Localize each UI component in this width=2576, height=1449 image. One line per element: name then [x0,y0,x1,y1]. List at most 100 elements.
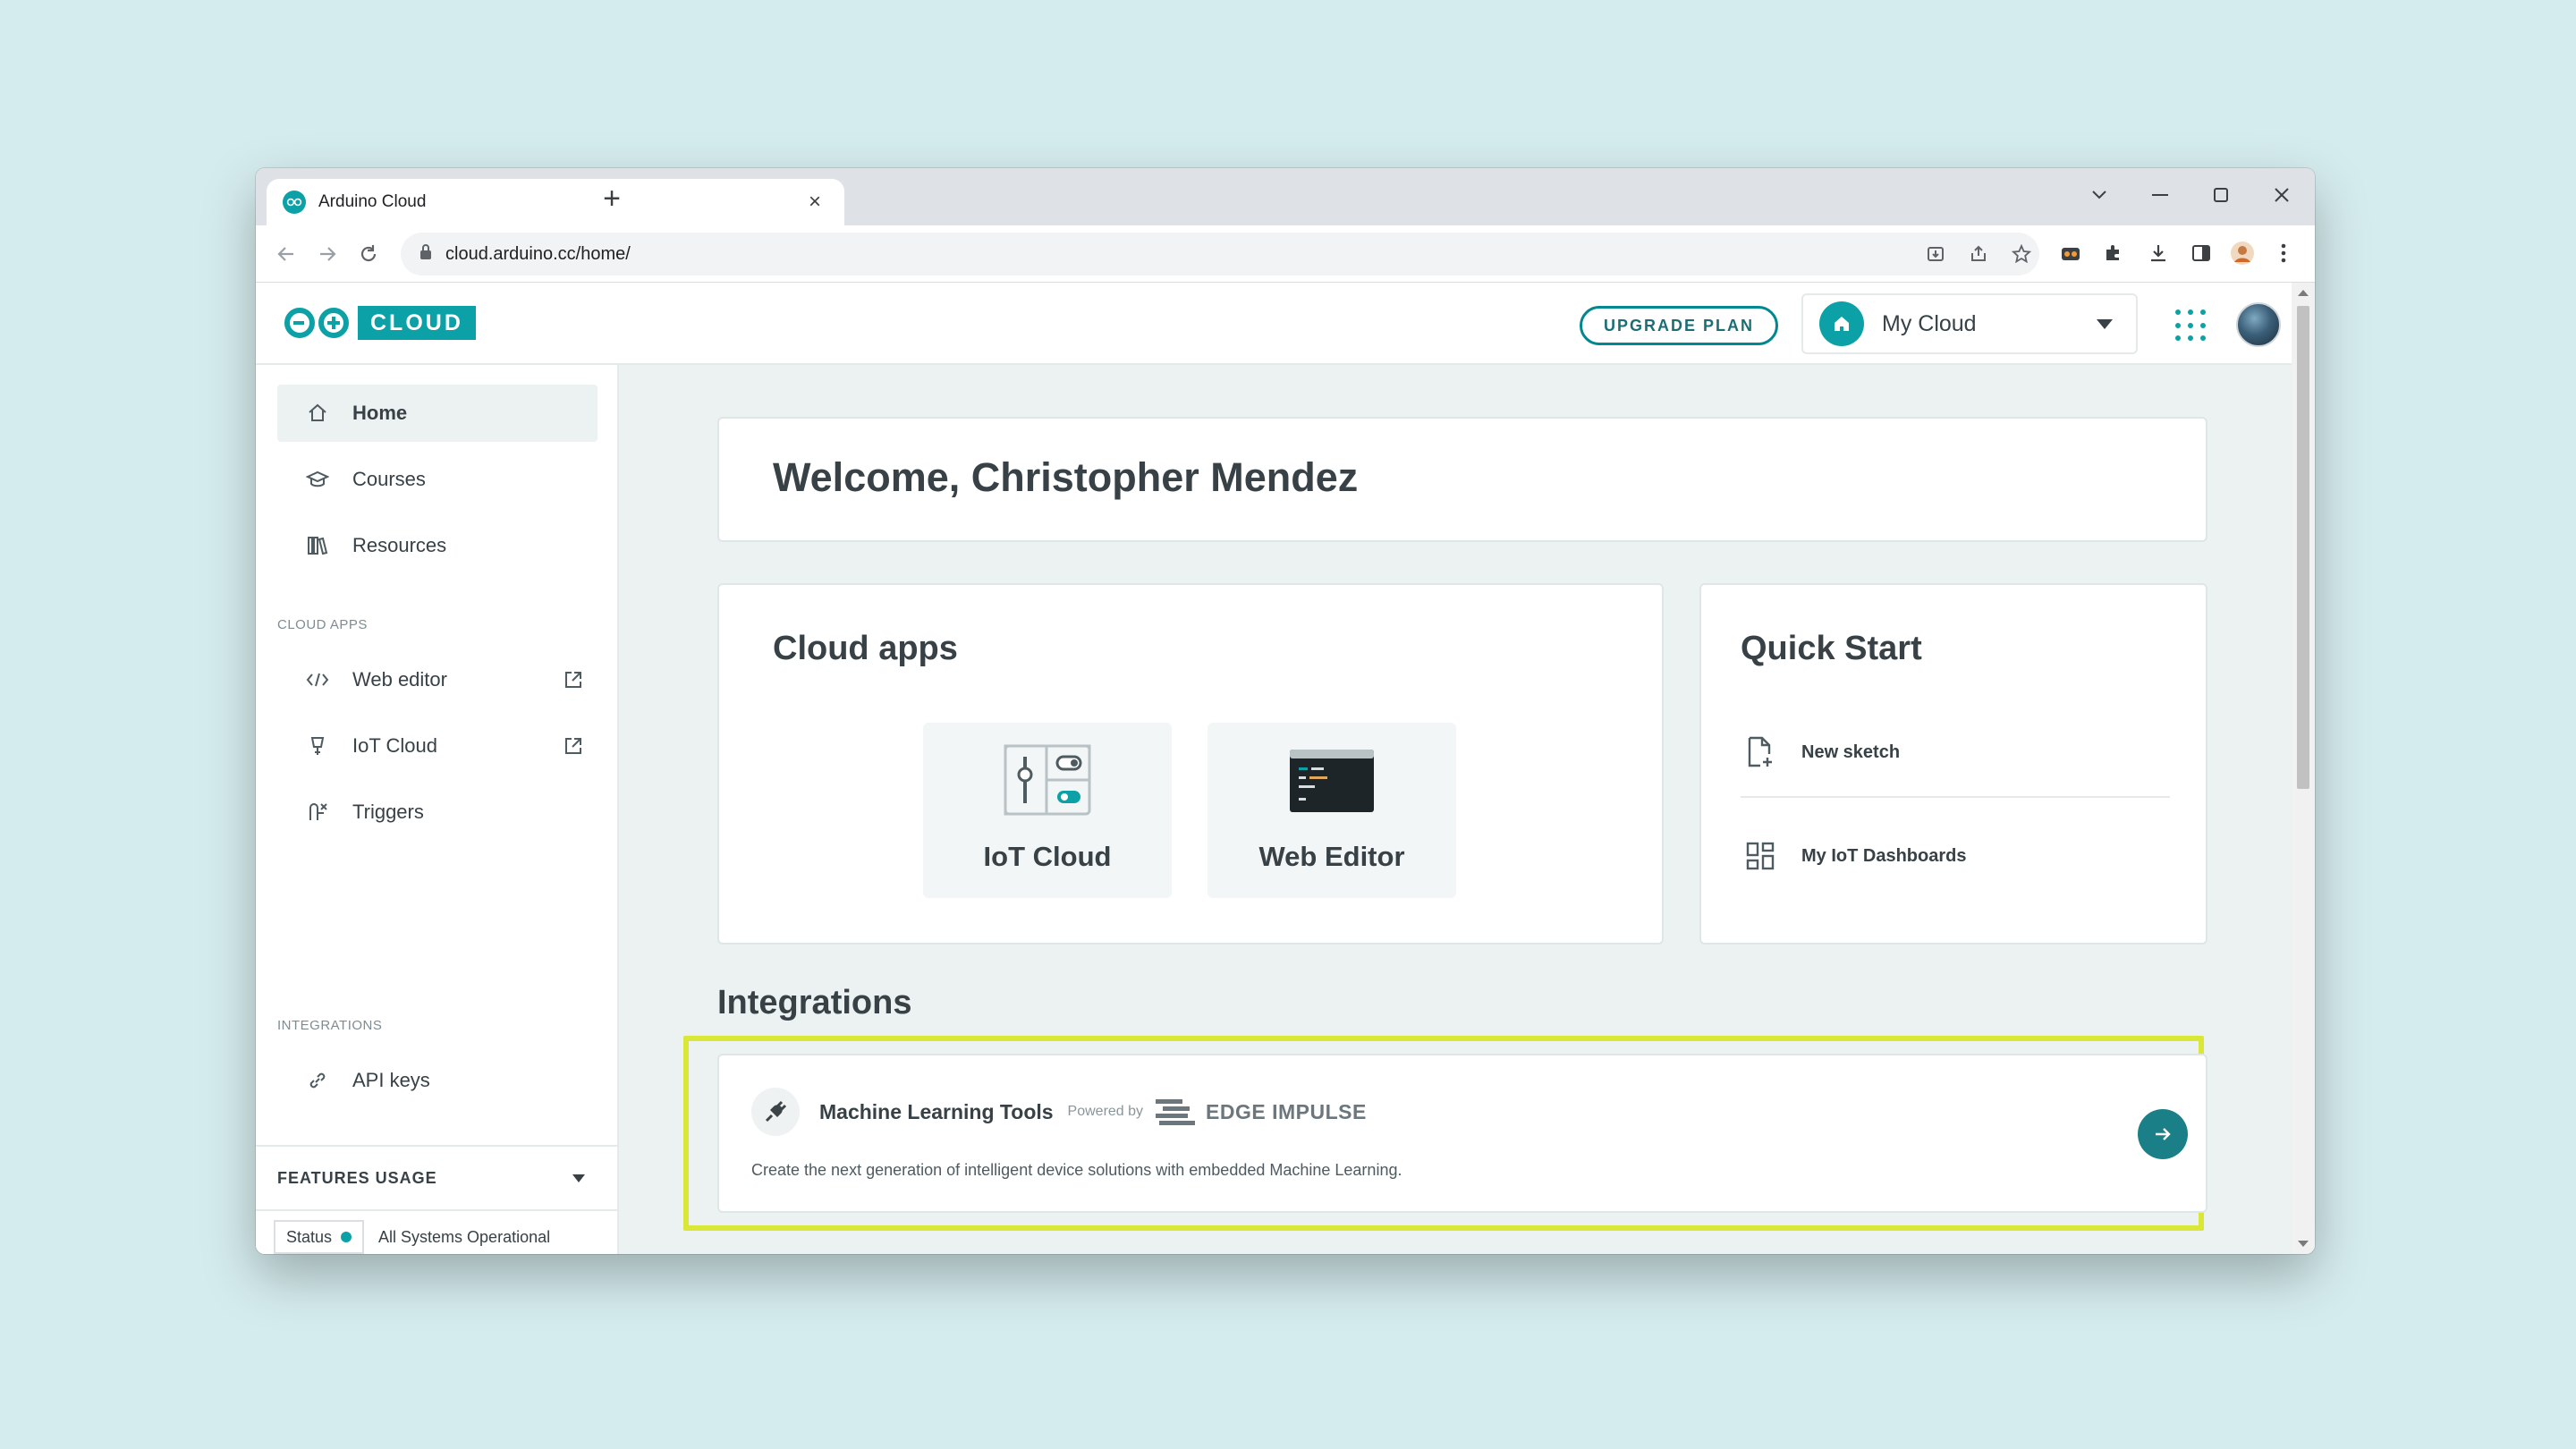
downloads-icon[interactable] [2143,238,2174,268]
space-selector[interactable]: My Cloud [1801,293,2138,354]
sidebar-item-iot-cloud[interactable]: IoT Cloud [277,717,597,775]
cloud-apps-heading: Cloud apps [773,630,958,667]
app-tile-web-editor[interactable]: Web Editor [1208,723,1456,898]
back-arrow-icon[interactable] [270,238,302,270]
quick-start-new-sketch[interactable]: New sketch [1741,723,2170,782]
minimize-icon[interactable] [2138,177,2182,213]
upgrade-plan-button[interactable]: UPGRADE PLAN [1580,306,1778,345]
quick-start-iot-dashboards[interactable]: My IoT Dashboards [1741,826,2170,886]
sidebar-item-label: IoT Cloud [352,734,437,757]
web-editor-app-icon [1290,750,1374,812]
features-usage-toggle[interactable]: FEATURES USAGE [256,1145,617,1211]
side-panel-icon[interactable] [2186,238,2216,268]
quick-start-label: My IoT Dashboards [1801,845,1967,866]
sidebar-item-api-keys[interactable]: API keys [277,1052,597,1109]
home-outline-icon [304,400,331,427]
chevron-down-icon [2097,318,2113,329]
integration-description: Create the next generation of intelligen… [751,1161,1402,1179]
cloud-apps-section-label: CLOUD APPS [277,617,368,632]
url-text: cloud.arduino.cc/home/ [445,243,631,264]
arduino-infinity-icon [284,308,349,338]
lock-icon [419,243,433,266]
status-text: All Systems Operational [378,1227,551,1246]
new-tab-button[interactable]: + [596,182,628,215]
arrow-right-icon [2156,1128,2171,1140]
browser-window: Arduino Cloud × + cloud.arduino.cc/home/… [256,168,2315,1254]
apps-grid-icon[interactable] [2175,309,2207,342]
integration-title: Machine Learning Tools [819,1099,1054,1123]
reload-icon[interactable] [352,238,385,270]
system-status: Status All Systems Operational [274,1220,550,1254]
tab-title: Arduino Cloud [318,192,427,211]
integration-card-ml-tools[interactable]: Machine Learning Tools Powered by EDGE I… [717,1054,2207,1213]
tab-search-icon[interactable] [2077,177,2122,213]
sidebar: Home Courses Resources CLOUD APPS Web ed… [256,365,619,1254]
sidebar-item-home[interactable]: Home [277,385,597,442]
scroll-down-arrow-icon[interactable] [2298,1241,2309,1247]
status-label: Status [286,1227,333,1246]
status-dot-icon [341,1232,352,1242]
user-avatar[interactable] [2236,302,2281,347]
arduino-cloud-logo[interactable]: CLOUD [283,306,476,340]
quick-start-divider [1741,796,2170,798]
sidebar-item-label: Home [352,402,408,424]
quick-start-heading: Quick Start [1741,630,1922,667]
quick-start-label: New sketch [1801,741,1901,762]
features-usage-label: FEATURES USAGE [277,1168,437,1187]
sidebar-item-resources[interactable]: Resources [277,517,597,574]
app-tile-label: IoT Cloud [983,841,1112,872]
extension-badge-icon[interactable] [2055,238,2086,268]
app-tile-label: Web Editor [1258,841,1405,872]
external-link-icon[interactable] [560,666,587,693]
bookmark-star-icon[interactable] [2007,240,2036,268]
puzzle-extensions-icon[interactable] [2098,238,2129,268]
tab-strip: Arduino Cloud × + [256,168,2315,225]
open-integration-button[interactable] [2138,1109,2188,1159]
chevron-down-icon [572,1174,585,1182]
page-scrollbar[interactable] [2292,283,2315,1254]
status-badge[interactable]: Status [274,1220,365,1254]
address-bar[interactable]: cloud.arduino.cc/home/ [401,233,2039,275]
share-icon[interactable] [1964,240,1993,268]
dashboard-grid-icon [1741,836,1780,876]
iot-cloud-app-icon [1004,744,1091,816]
quick-start-card: Quick Start New sketch My IoT Dashboards [1699,583,2207,945]
edge-impulse-logo-icon [1156,1099,1196,1125]
cloud-apps-card: Cloud apps IoT Cloud Web Editor [717,583,1664,945]
sidebar-item-label: API keys [352,1069,430,1091]
sidebar-item-label: Resources [352,534,447,556]
arduino-favicon-icon [283,191,306,214]
new-file-icon [1741,733,1780,772]
tab-close-icon[interactable]: × [801,190,828,215]
sidebar-item-courses[interactable]: Courses [277,451,597,508]
app-tile-iot-cloud[interactable]: IoT Cloud [923,723,1172,898]
iot-pin-icon [304,733,331,759]
browser-tab-arduino-cloud[interactable]: Arduino Cloud × [267,179,844,225]
external-link-icon[interactable] [560,733,587,759]
sidebar-item-label: Courses [352,468,426,490]
logo-wordmark: CLOUD [358,306,476,340]
link-chain-icon [304,1067,331,1094]
close-window-icon[interactable] [2259,177,2304,213]
sidebar-item-web-editor[interactable]: Web editor [277,651,597,708]
profile-avatar-icon[interactable] [2227,238,2258,268]
sidebar-item-label: Triggers [352,801,424,823]
welcome-card: Welcome, Christopher Mendez [717,417,2207,542]
triggers-icon [304,799,331,826]
maximize-icon[interactable] [2199,177,2243,213]
install-app-icon[interactable] [1921,240,1950,268]
browser-toolbar: cloud.arduino.cc/home/ [256,225,2315,283]
forward-arrow-icon[interactable] [311,238,343,270]
main-content: Welcome, Christopher Mendez Cloud apps I… [619,365,2292,1254]
space-name: My Cloud [1882,310,1977,336]
edge-impulse-name: EDGE IMPULSE [1206,1099,1367,1123]
sidebar-item-triggers[interactable]: Triggers [277,784,597,841]
books-icon [304,532,331,559]
integration-title-row: Machine Learning Tools Powered by EDGE I… [751,1088,1367,1136]
code-brackets-icon [304,666,331,693]
scroll-up-arrow-icon[interactable] [2298,290,2309,296]
browser-menu-icon[interactable] [2268,238,2299,268]
scrollbar-thumb[interactable] [2297,306,2309,789]
sidebar-item-label: Web editor [352,668,447,691]
home-icon [1819,301,1864,346]
